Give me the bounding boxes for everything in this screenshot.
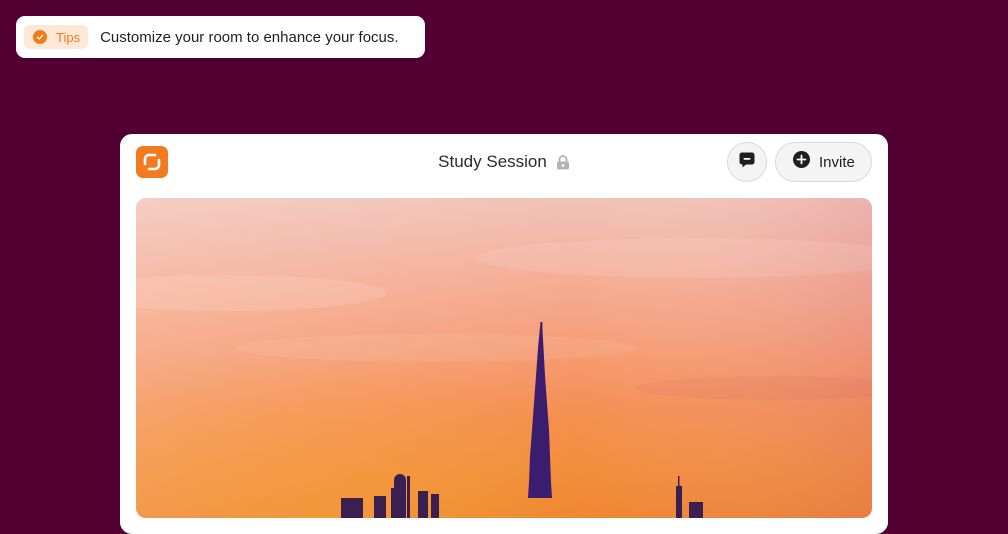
tips-label: Tips — [56, 29, 81, 45]
check-circle-icon — [33, 30, 47, 44]
invite-button[interactable]: Invite — [775, 142, 872, 182]
tip-banner: Tips Customize your room to enhance your… — [16, 16, 425, 58]
room-card: Study Session Invite — [120, 134, 888, 534]
chat-button[interactable] — [727, 142, 767, 182]
app-logo-icon[interactable] — [136, 146, 168, 178]
plus-circle-icon — [793, 151, 810, 173]
invite-label: Invite — [819, 153, 855, 171]
sunset-skyline-scene — [136, 198, 872, 518]
chat-bubble-icon — [738, 151, 756, 174]
lock-icon — [556, 154, 570, 170]
tips-badge: Tips — [24, 25, 89, 49]
tip-message: Customize your room to enhance your focu… — [100, 28, 399, 46]
room-header: Study Session — [120, 151, 888, 173]
room-title: Study Session — [438, 152, 547, 171]
room-background-image — [136, 198, 872, 518]
